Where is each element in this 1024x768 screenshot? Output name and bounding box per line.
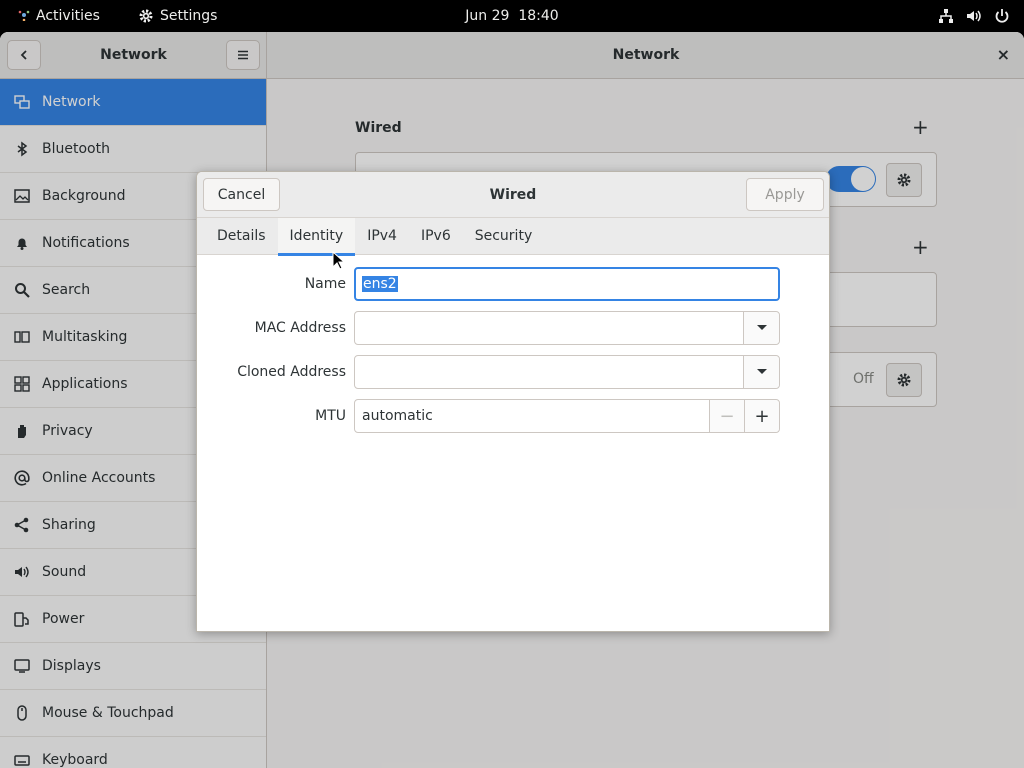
system-tray[interactable]: [938, 0, 1010, 32]
app-menu-label: Settings: [160, 8, 218, 24]
chevron-down-icon: [756, 369, 767, 374]
dialog-header: Cancel Wired Apply: [197, 172, 829, 218]
tab-ipv6[interactable]: IPv6: [409, 218, 463, 255]
power-icon: [995, 9, 1009, 23]
gear-icon: [139, 9, 153, 23]
cloned-address-label: Cloned Address: [237, 364, 346, 380]
wired-dialog: Cancel Wired Apply Details Identity IPv4…: [196, 171, 830, 632]
name-label: Name: [304, 276, 346, 292]
mtu-label: MTU: [315, 408, 346, 424]
mtu-increment-button[interactable]: +: [744, 400, 779, 432]
volume-icon: [967, 10, 981, 22]
gnome-logo-icon: [18, 10, 30, 21]
mtu-decrement-button[interactable]: −: [709, 400, 744, 432]
app-menu[interactable]: Settings: [138, 0, 217, 32]
tab-identity[interactable]: Identity: [277, 218, 356, 256]
cloned-address-dropdown-button[interactable]: [743, 356, 779, 388]
clock[interactable]: Jun 29 18:40: [465, 8, 558, 24]
apply-button[interactable]: Apply: [746, 178, 824, 211]
activities-button[interactable]: Activities: [18, 0, 100, 32]
dialog-title: Wired: [489, 187, 537, 203]
name-selected-text: ens2: [362, 276, 398, 292]
name-input[interactable]: ens2: [354, 267, 780, 301]
tab-security[interactable]: Security: [463, 218, 545, 255]
top-bar: Activities Settings Jun 29 18:40: [0, 0, 1024, 32]
mouse-pointer-icon: [332, 251, 344, 270]
mtu-value: automatic: [362, 408, 433, 424]
mtu-spinbutton[interactable]: automatic − +: [354, 399, 780, 433]
plus-icon: +: [754, 405, 770, 427]
mac-address-dropdown-button[interactable]: [743, 312, 779, 344]
cloned-address-combo[interactable]: [354, 355, 780, 389]
wired-network-icon: [939, 9, 953, 23]
dialog-tabs: Details Identity IPv4 IPv6 Security: [197, 218, 829, 256]
name-value: ens2: [362, 269, 398, 299]
minus-icon: −: [719, 405, 735, 427]
chevron-down-icon: [756, 325, 767, 330]
tab-details[interactable]: Details: [205, 218, 278, 255]
mac-address-combo[interactable]: [354, 311, 780, 345]
mac-address-label: MAC Address: [254, 320, 346, 336]
tab-ipv4[interactable]: IPv4: [355, 218, 409, 255]
settings-window: Network Network × Network Bluetooth Back…: [0, 32, 1024, 768]
cancel-button[interactable]: Cancel: [203, 178, 280, 211]
activities-label: Activities: [36, 8, 100, 24]
